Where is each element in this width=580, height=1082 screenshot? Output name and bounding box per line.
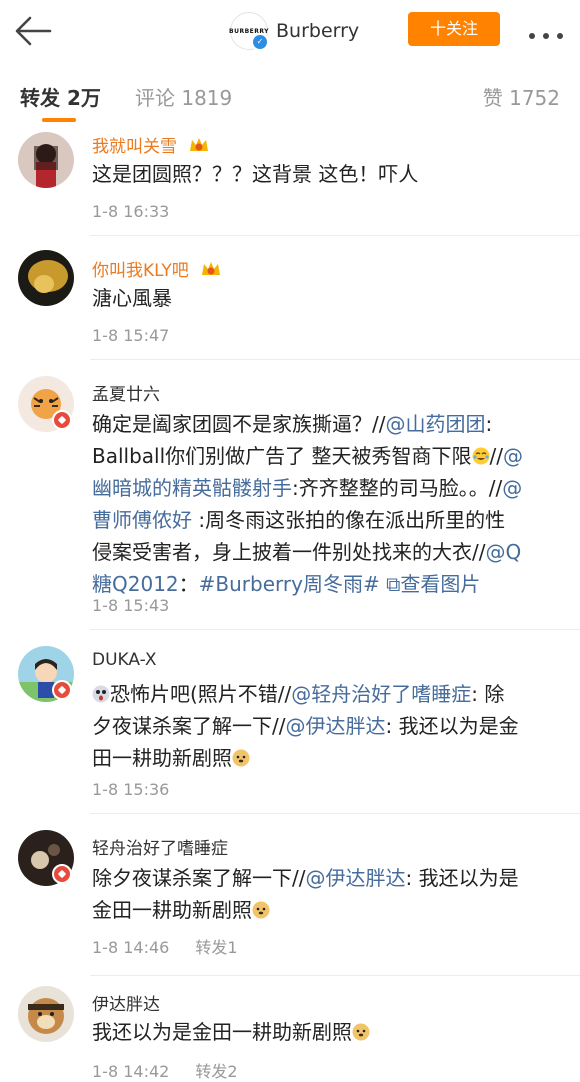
doge-emoji-icon	[252, 901, 270, 919]
timestamp: 1-8 16:33	[92, 202, 170, 221]
active-tab-indicator	[42, 118, 76, 122]
timestamp: 1-8 15:36	[92, 780, 170, 799]
arrow-left-icon	[15, 16, 52, 46]
tab-comments[interactable]: 评论 1819	[135, 82, 232, 111]
text-segment: :齐齐整整的司马脸。。//	[292, 476, 503, 500]
verified-icon: ✓	[251, 33, 269, 51]
more-dots-icon	[529, 33, 563, 39]
tab-bar: 转发 2万 评论 1819 赞 1752	[0, 62, 580, 124]
repost-item[interactable]: 孟夏廿六 确定是阖家团圆不是家族撕逼？//@山药团团: Ballball你们别做…	[0, 360, 580, 630]
text-segment: 除夕夜谋杀案了解一下//	[92, 866, 306, 890]
text-segment: 这是团圆照？？？这背景 这色！吓人	[92, 162, 419, 186]
mention-link[interactable]: @山药团团	[385, 412, 485, 436]
tab-likes[interactable]: 赞 1752	[483, 82, 560, 111]
scared-emoji-icon	[92, 685, 110, 703]
view-image-link[interactable]: ⧉查看图片	[386, 572, 480, 596]
username[interactable]: 我就叫关雪	[92, 132, 210, 157]
repost-item[interactable]: 轻舟治好了嗜睡症 除夕夜谋杀案了解一下//@伊达胖达: 我还以为是 金田一耕助新…	[0, 814, 580, 976]
text-segment: ：	[178, 572, 199, 596]
timestamp: 1-8 14:46	[92, 938, 170, 957]
doge-emoji-icon	[232, 749, 250, 767]
brand-avatar[interactable]: BURBERRY ✓	[229, 12, 269, 51]
repost-item[interactable]: 你叫我KLY吧 溏心風暴 1-8 15:47	[0, 236, 580, 360]
user-badge-icon	[52, 410, 72, 430]
repost-text: 这是团圆照？？？这背景 这色！吓人	[92, 158, 562, 190]
username-text: 你叫我KLY吧	[92, 261, 189, 281]
doge-emoji-icon	[352, 1023, 370, 1041]
hashtag-link[interactable]: #Burberry周冬雨#	[199, 572, 380, 596]
repost-item[interactable]: 伊达胖达 我还以为是金田一耕助新剧照 1-8 14:42 转发2	[0, 976, 580, 1081]
text-segment: 恐怖片吧(照片不错//	[110, 682, 292, 706]
repost-count[interactable]: 转发2	[195, 1062, 237, 1081]
repost-count[interactable]: 转发1	[195, 938, 237, 957]
top-nav-bar: BURBERRY ✓ Burberry 十关注	[0, 0, 580, 63]
text-segment: //	[489, 444, 503, 468]
mention-link[interactable]: @伊达胖达	[305, 866, 405, 890]
vip-crown-icon	[190, 138, 209, 151]
timestamp: 1-8 15:47	[92, 326, 170, 345]
avatar[interactable]	[18, 986, 74, 1042]
user-badge-icon	[52, 864, 72, 884]
timestamp: 1-8 14:42	[92, 1062, 170, 1081]
tab-reposts[interactable]: 转发 2万	[20, 82, 101, 122]
repost-text: 我还以为是金田一耕助新剧照	[92, 1016, 562, 1048]
text-segment: 我还以为是金田一耕助新剧照	[92, 1020, 352, 1044]
username[interactable]: 伊达胖达	[92, 990, 160, 1015]
post-meta: 1-8 14:42 转发2	[92, 1058, 238, 1082]
username[interactable]: 孟夏廿六	[92, 380, 160, 405]
tab-reposts-label: 转发 2万	[20, 86, 101, 110]
user-badge-icon	[52, 680, 72, 700]
username[interactable]: DUKA-X	[92, 650, 157, 670]
text-segment: 确定是阖家团圆不是家族撕逼？//	[92, 412, 386, 436]
more-button[interactable]	[528, 26, 564, 39]
repost-text: 恐怖片吧(照片不错//@轻舟治好了嗜睡症: 除 夕夜谋杀案了解一下//@伊达胖达…	[92, 678, 562, 774]
brand-name[interactable]: Burberry	[276, 20, 359, 42]
repost-text: 确定是阖家团圆不是家族撕逼？//@山药团团: Ballball你们别做广告了 整…	[92, 408, 562, 600]
repost-text: 除夕夜谋杀案了解一下//@伊达胖达: 我还以为是 金田一耕助新剧照	[92, 862, 562, 926]
follow-button[interactable]: 十关注	[408, 12, 500, 46]
avatar[interactable]	[18, 132, 74, 188]
text-segment: 溏心風暴	[92, 286, 172, 310]
username[interactable]: 你叫我KLY吧	[92, 256, 222, 281]
account-header[interactable]: BURBERRY ✓ Burberry	[229, 11, 359, 51]
repost-item[interactable]: 我就叫关雪 这是团圆照？？？这背景 这色！吓人 1-8 16:33	[0, 124, 580, 236]
username-text: 我就叫关雪	[92, 137, 177, 157]
timestamp: 1-8 15:43	[92, 596, 170, 615]
username[interactable]: 轻舟治好了嗜睡症	[92, 834, 228, 859]
repost-item[interactable]: DUKA-X 恐怖片吧(照片不错//@轻舟治好了嗜睡症: 除 夕夜谋杀案了解一下…	[0, 630, 580, 814]
post-meta: 1-8 14:46 转发1	[92, 934, 238, 958]
crying-laughing-emoji-icon	[472, 447, 490, 465]
repost-text: 溏心風暴	[92, 282, 562, 314]
vip-crown-icon	[202, 262, 221, 275]
mention-link[interactable]: @伊达胖达	[285, 714, 385, 738]
avatar[interactable]	[18, 250, 74, 306]
back-button[interactable]	[14, 14, 54, 48]
mention-link[interactable]: @轻舟治好了嗜睡症	[291, 682, 471, 706]
